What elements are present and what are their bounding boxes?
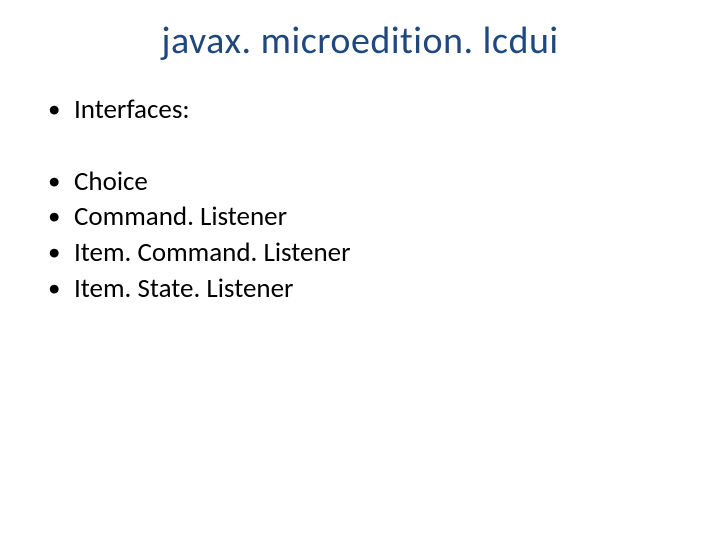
- interface-list: Choice Command. Listener Item. Command. …: [28, 164, 692, 307]
- list-item: Command. Listener: [44, 199, 692, 235]
- list-item: Choice: [44, 164, 692, 200]
- list-item: Item. State. Listener: [44, 271, 692, 307]
- slide-body-list: Interfaces:: [28, 92, 692, 128]
- list-item: Item. Command. Listener: [44, 235, 692, 271]
- slide-container: javax. microedition. lcdui Interfaces: C…: [0, 0, 720, 540]
- spacer: [28, 128, 692, 164]
- slide-title: javax. microedition. lcdui: [28, 18, 692, 64]
- section-heading: Interfaces:: [44, 92, 692, 128]
